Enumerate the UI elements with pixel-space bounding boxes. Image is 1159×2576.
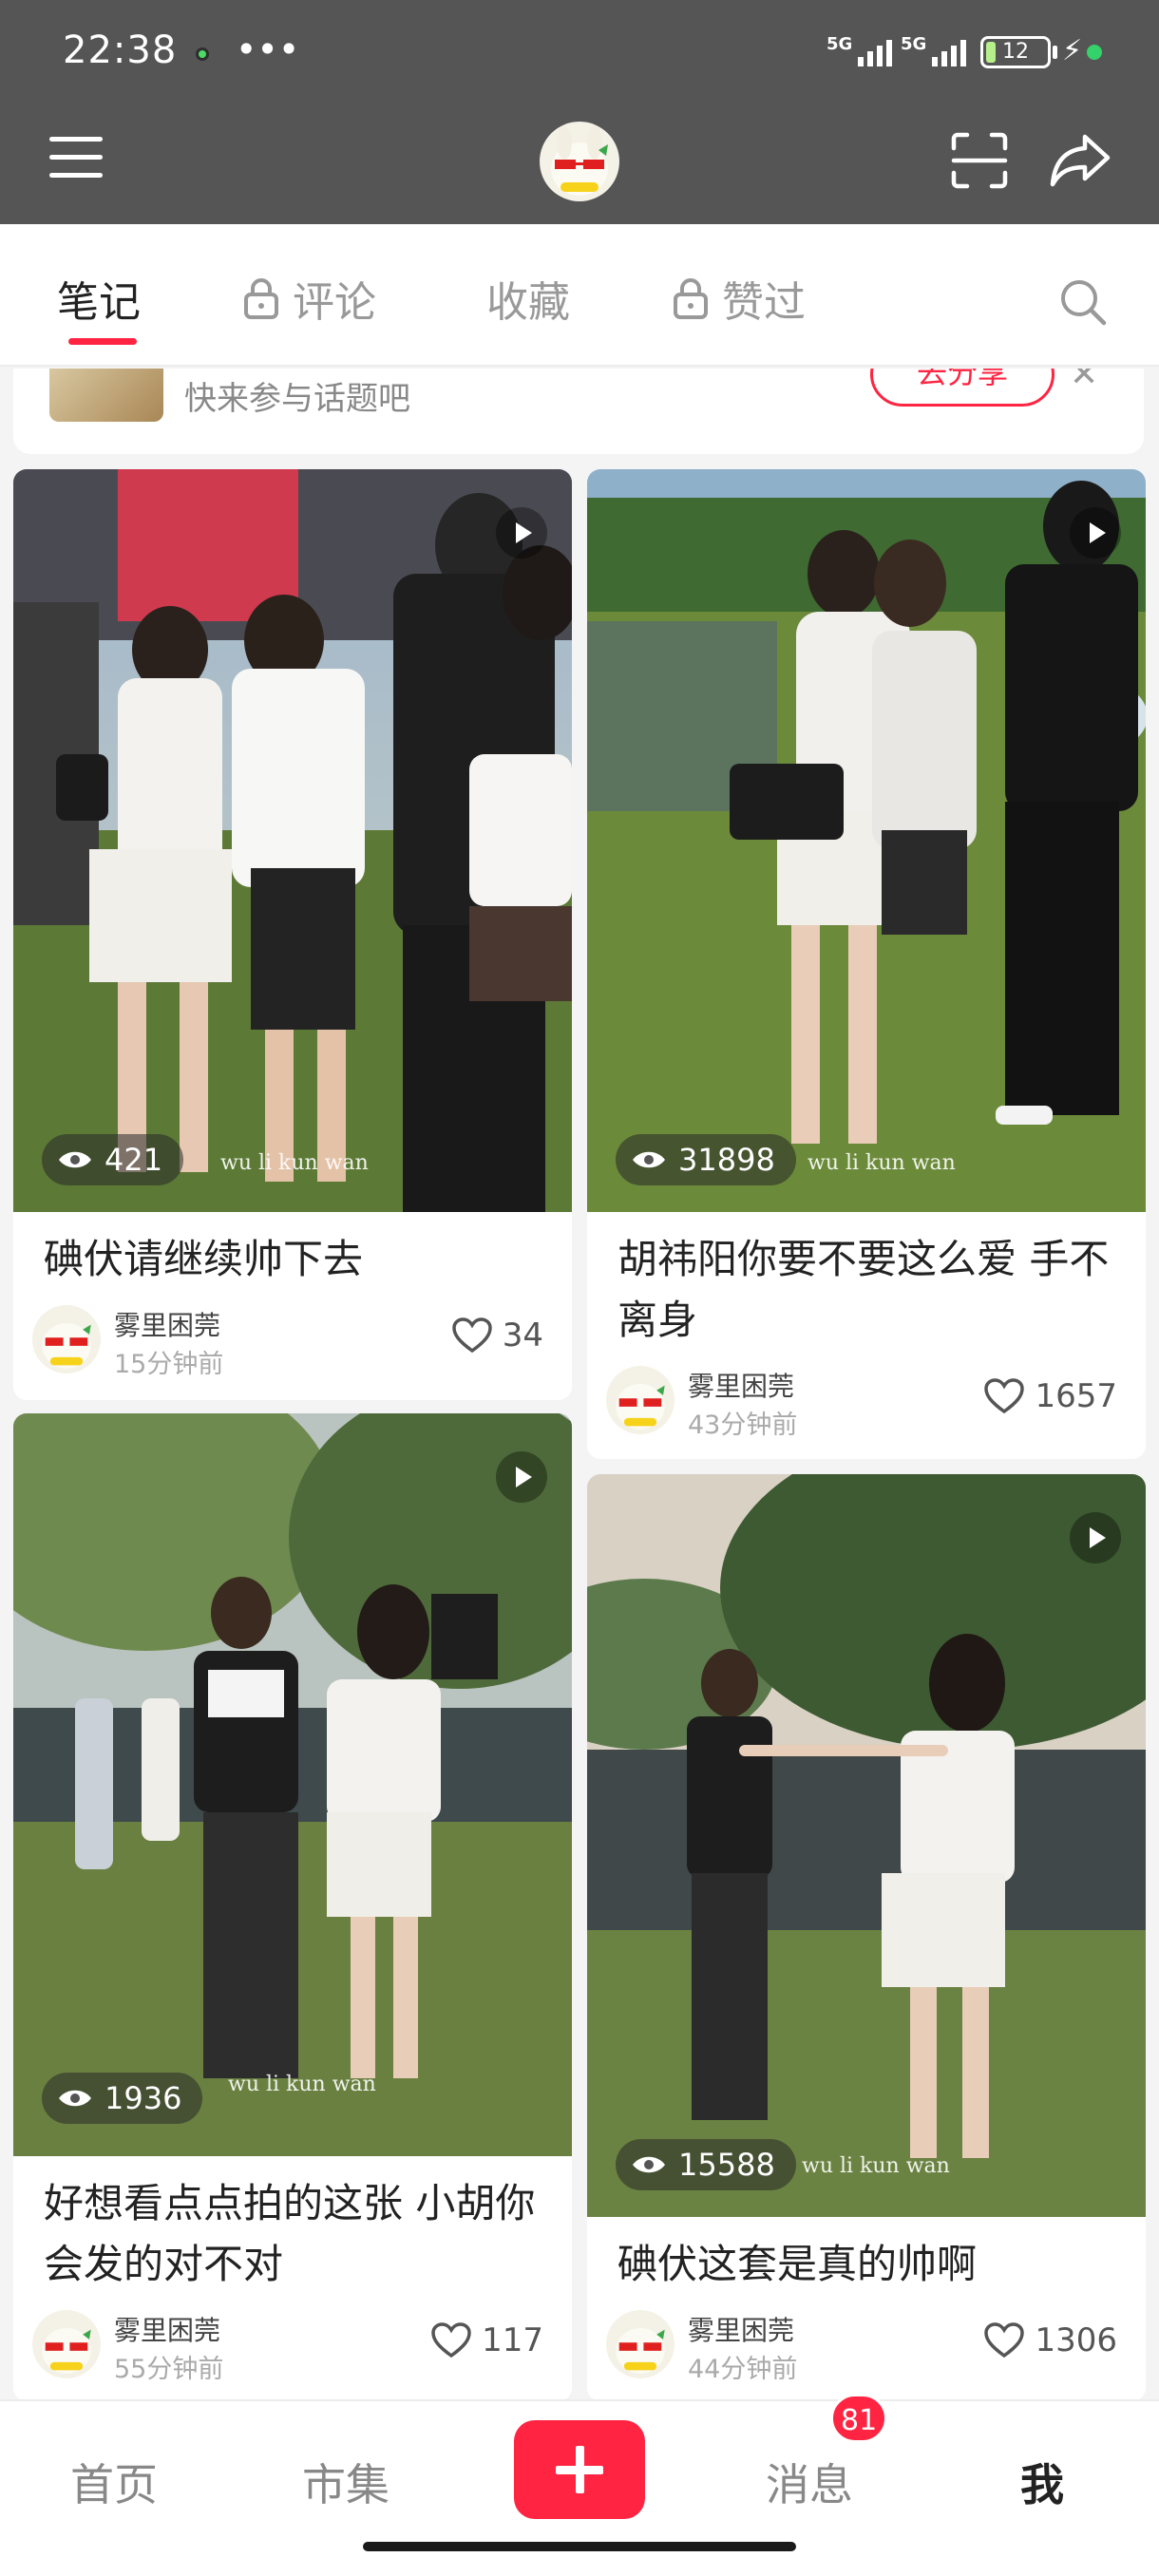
- nav-me[interactable]: 我: [1020, 2451, 1064, 2513]
- view-count: 15588: [616, 2139, 796, 2190]
- note-title: 碘伏这套是真的帅啊: [618, 2241, 978, 2287]
- avatar[interactable]: [540, 122, 619, 201]
- notification-dot-icon: [196, 47, 209, 61]
- note-title: 胡祎阳你要不要这么爱 手不离身: [618, 1236, 1110, 1343]
- post-time: 44分钟前: [688, 2355, 798, 2384]
- avatar[interactable]: [606, 2310, 674, 2378]
- heart-icon: [431, 2322, 471, 2358]
- note-title: 碘伏请继续帅下去: [44, 1236, 364, 1282]
- video-thumbnail[interactable]: 421 wu li kun wan: [13, 469, 572, 1212]
- play-icon: [1070, 507, 1121, 559]
- video-watermark: wu li kun wan: [802, 2154, 950, 2178]
- eye-icon: [59, 1151, 91, 1168]
- close-icon[interactable]: ✕: [1070, 369, 1098, 394]
- video-thumbnail[interactable]: 31898 wu li kun wan: [587, 469, 1146, 1212]
- note-card[interactable]: 421 wu li kun wan 碘伏请继续帅下去 雾里困莞 15分钟前 34: [13, 469, 572, 1400]
- lock-icon: [244, 278, 278, 319]
- avatar[interactable]: [32, 2310, 101, 2378]
- profile-tabs: 笔记 评论 收藏 赞过: [0, 224, 1159, 367]
- tab-liked[interactable]: 赞过: [673, 268, 806, 329]
- home-indicator[interactable]: [363, 2542, 796, 2551]
- eye-icon: [633, 2156, 665, 2173]
- post-time: 55分钟前: [114, 2355, 224, 2384]
- author-name[interactable]: 雾里困莞: [114, 2310, 220, 2348]
- menu-icon[interactable]: [49, 137, 103, 182]
- topic-banner: 快来参与话题吧 去分享 ✕: [13, 369, 1144, 454]
- status-time: 22:38: [63, 28, 178, 72]
- messages-badge: 81: [830, 2394, 888, 2443]
- create-post-button[interactable]: [514, 2420, 645, 2519]
- author-name[interactable]: 雾里困莞: [114, 1305, 220, 1343]
- post-time: 15分钟前: [114, 1350, 224, 1379]
- heart-icon: [984, 1378, 1025, 1414]
- avatar[interactable]: [32, 1305, 101, 1373]
- note-card[interactable]: 31898 wu li kun wan 胡祎阳你要不要这么爱 手不离身 雾里困莞…: [587, 469, 1146, 1459]
- video-thumbnail[interactable]: 15588 wu li kun wan: [587, 1474, 1146, 2217]
- tab-favorites[interactable]: 收藏: [486, 268, 570, 329]
- nav-market[interactable]: 市集: [302, 2451, 390, 2513]
- lock-icon: [674, 278, 708, 319]
- video-watermark: wu li kun wan: [228, 2073, 376, 2096]
- eye-icon: [633, 1151, 665, 1168]
- like-button[interactable]: 1306: [983, 2321, 1117, 2359]
- view-count: 31898: [616, 1134, 796, 1185]
- author-name[interactable]: 雾里困莞: [688, 1366, 794, 1404]
- tab-active-indicator: [68, 338, 137, 345]
- top-header: 22:38 ••• 5G 5G 12 ⚡: [0, 0, 1159, 224]
- status-more: •••: [236, 28, 300, 70]
- tab-comments[interactable]: 评论: [243, 268, 376, 329]
- signal-icon: 5G: [901, 34, 967, 66]
- author-name[interactable]: 雾里困莞: [688, 2310, 794, 2348]
- like-button[interactable]: 117: [430, 2321, 543, 2359]
- note-title: 好想看点点拍的这张 小胡你会发的对不对: [44, 2180, 536, 2287]
- tab-notes[interactable]: 笔记: [57, 268, 141, 329]
- post-time: 43分钟前: [688, 1411, 798, 1440]
- signal-icon: 5G: [826, 34, 893, 66]
- topic-prompt: 快来参与话题吧: [184, 380, 410, 418]
- note-card[interactable]: 1936 wu li kun wan 好想看点点拍的这张 小胡你会发的对不对 雾…: [13, 1413, 572, 2401]
- nav-home[interactable]: 首页: [70, 2451, 158, 2513]
- like-button[interactable]: 34: [451, 1316, 543, 1354]
- video-watermark: wu li kun wan: [220, 1151, 369, 1175]
- view-count: 1936: [42, 2073, 203, 2124]
- heart-icon: [984, 2322, 1025, 2358]
- status-bar: 22:38 ••• 5G 5G 12 ⚡: [0, 0, 1159, 104]
- avatar[interactable]: [606, 1366, 674, 1434]
- view-count: 421: [42, 1134, 184, 1185]
- share-topic-button[interactable]: 去分享: [870, 369, 1054, 407]
- share-icon[interactable]: [1049, 131, 1112, 190]
- play-icon: [1070, 1512, 1121, 1563]
- video-thumbnail[interactable]: 1936 wu li kun wan: [13, 1413, 572, 2156]
- scan-icon[interactable]: [950, 131, 1009, 190]
- note-card[interactable]: 15588 wu li kun wan 碘伏这套是真的帅啊 雾里困莞 44分钟前…: [587, 1474, 1146, 2401]
- search-icon[interactable]: [1058, 277, 1108, 327]
- video-watermark: wu li kun wan: [808, 1151, 956, 1175]
- charging-icon: ⚡: [1062, 34, 1083, 67]
- eye-icon: [59, 2090, 91, 2107]
- profile-nav-bar: [0, 104, 1159, 224]
- topic-thumbnail: [49, 369, 163, 422]
- nav-messages[interactable]: 消息: [766, 2451, 853, 2513]
- like-button[interactable]: 1657: [983, 1377, 1117, 1415]
- privacy-dot-icon: [1087, 45, 1102, 60]
- play-icon: [496, 507, 547, 559]
- battery-icon: 12: [980, 36, 1051, 68]
- play-icon: [496, 1451, 547, 1503]
- heart-icon: [451, 1317, 492, 1354]
